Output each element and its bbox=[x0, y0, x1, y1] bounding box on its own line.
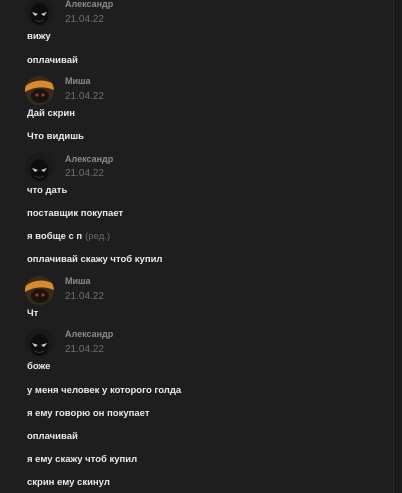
message-author[interactable]: Александр bbox=[65, 154, 113, 164]
message-text: оплачивай bbox=[27, 431, 78, 442]
message-text: скрин ему скинул bbox=[27, 477, 110, 488]
message-author[interactable]: Александр bbox=[65, 329, 113, 339]
avatar[interactable] bbox=[25, 328, 54, 357]
message-date: 21.04.22 bbox=[65, 14, 104, 25]
message-text: Чт bbox=[27, 308, 39, 319]
avatar[interactable] bbox=[25, 276, 54, 305]
character-avatar-icon bbox=[25, 276, 54, 305]
avatar[interactable] bbox=[25, 0, 54, 26]
message-text: Дай скрин bbox=[27, 108, 75, 119]
avatar[interactable] bbox=[25, 153, 54, 182]
message-author[interactable]: Миша bbox=[65, 76, 91, 86]
message-text: оплачивай bbox=[27, 55, 78, 66]
message-author[interactable]: Александр bbox=[65, 0, 113, 9]
message-date: 21.04.22 bbox=[65, 91, 104, 102]
message-text: я вобще с п bbox=[27, 231, 83, 242]
message-text: у меня человек у которого голда bbox=[27, 385, 182, 396]
message-text: я ему скажу чтоб купил bbox=[27, 454, 138, 465]
avatar[interactable] bbox=[25, 76, 54, 105]
mask-avatar-icon bbox=[25, 328, 54, 357]
chat-window: Александр 21.04.22 вижу оплачивай Миша 2… bbox=[0, 0, 402, 493]
message-text-edited: я вобще с п (ред.) bbox=[27, 231, 110, 242]
message-text: я ему говорю он покупает bbox=[27, 408, 150, 419]
message-date: 21.04.22 bbox=[65, 344, 104, 355]
edited-marker: (ред.) bbox=[85, 231, 111, 242]
scrollbar[interactable] bbox=[393, 0, 402, 493]
message-text: что дать bbox=[27, 185, 68, 196]
message-author[interactable]: Миша bbox=[65, 276, 91, 286]
message-text: Что видишь bbox=[27, 131, 84, 142]
message-text: оплачивай скажу чтоб купил bbox=[27, 254, 163, 265]
message-text: боже bbox=[27, 361, 51, 372]
message-date: 21.04.22 bbox=[65, 291, 104, 302]
message-date: 21.04.22 bbox=[65, 168, 104, 179]
mask-avatar-icon bbox=[25, 153, 54, 182]
character-avatar-icon bbox=[25, 76, 54, 105]
mask-avatar-icon bbox=[25, 0, 54, 26]
message-text: вижу bbox=[27, 31, 51, 42]
message-text: поставщик покупает bbox=[27, 208, 124, 219]
